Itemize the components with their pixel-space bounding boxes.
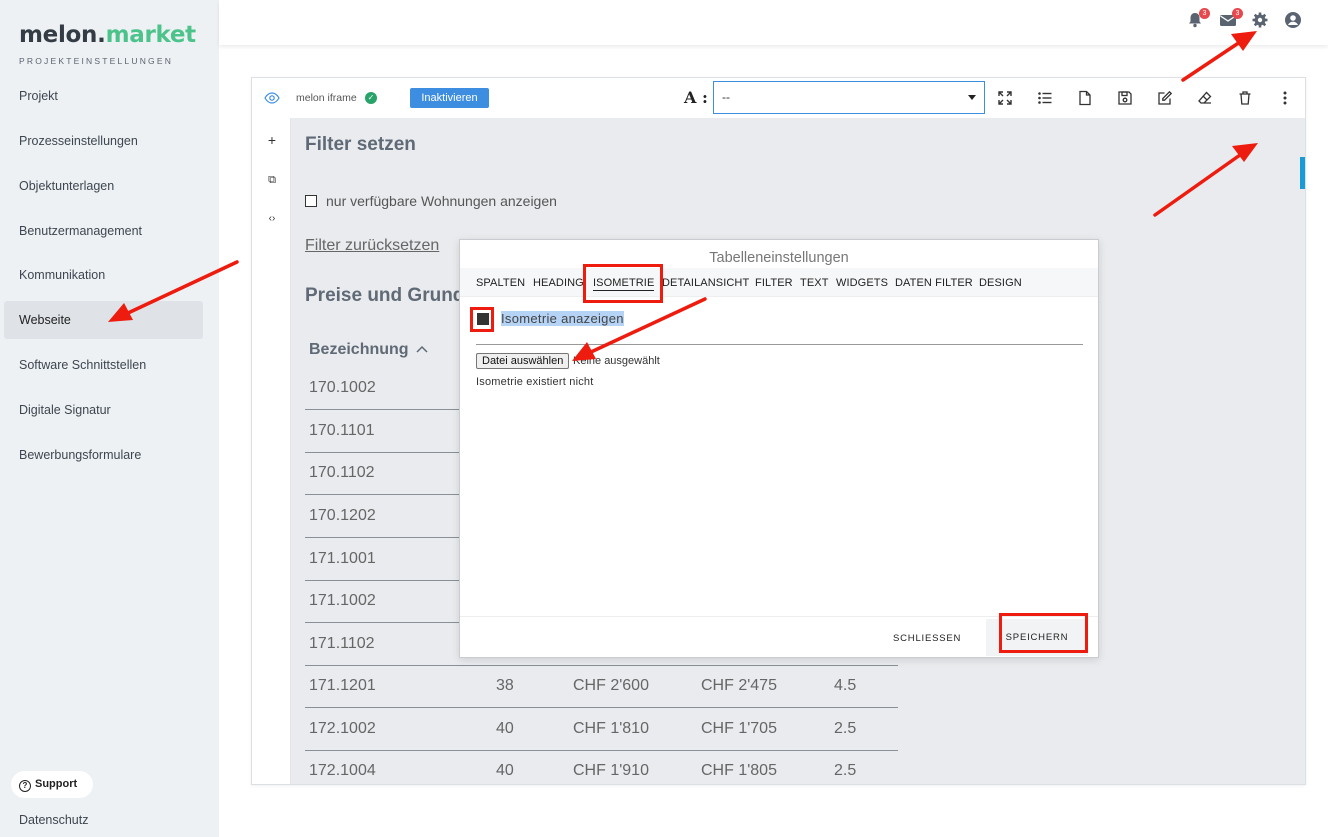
annotation-arrows <box>108 31 1258 361</box>
